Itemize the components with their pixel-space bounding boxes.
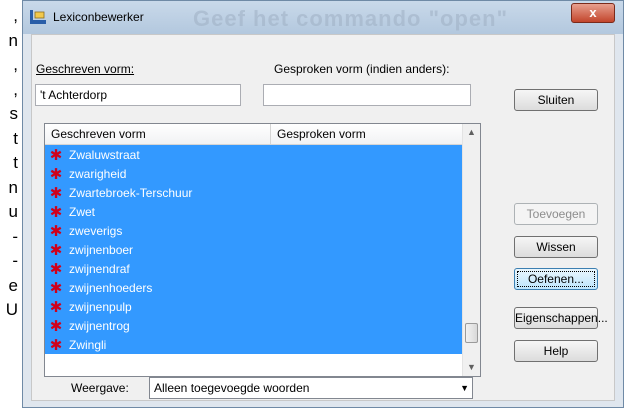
lexicon-app-icon xyxy=(30,10,46,24)
list-item-written-form: zweverigs xyxy=(69,224,123,238)
title-bar[interactable]: Geef het commando "open" Lexiconbewerker… xyxy=(23,1,623,34)
list-item-written-form: zwarigheid xyxy=(69,167,127,181)
list-item[interactable]: ✱ zweverigs xyxy=(45,221,464,240)
help-button[interactable]: Help xyxy=(514,340,598,362)
added-word-icon: ✱ xyxy=(49,204,63,221)
added-word-icon: ✱ xyxy=(49,147,63,164)
column-header-written[interactable]: Geschreven vorm xyxy=(45,124,271,144)
list-item[interactable]: ✱ zwijnentrog xyxy=(45,316,464,335)
added-word-icon: ✱ xyxy=(49,242,63,259)
list-item-written-form: zwijnenpulp xyxy=(69,300,132,314)
list-item-written-form: Zwingli xyxy=(69,338,107,352)
background-text-fragment: , xyxy=(13,6,18,25)
window-title: Lexiconbewerker xyxy=(53,10,144,24)
practice-button[interactable]: Oefenen... xyxy=(514,268,598,290)
background-text-fragment: t xyxy=(13,153,18,172)
added-word-icon: ✱ xyxy=(49,261,63,278)
column-header-spoken[interactable]: Gesproken vorm xyxy=(271,124,464,144)
background-text-fragment: s xyxy=(9,104,19,123)
properties-button[interactable]: Eigenschappen... xyxy=(514,307,608,329)
background-text-fragment: U xyxy=(5,300,18,319)
background-text-fragment: n xyxy=(8,30,18,50)
background-text-fragment: - xyxy=(12,251,18,270)
list-item-written-form: Zwaluwstraat xyxy=(69,148,140,162)
list-vertical-scrollbar[interactable]: ▲ ▼ xyxy=(462,124,480,376)
focus-rectangle xyxy=(517,271,595,287)
list-item-written-form: zwijnendraf xyxy=(69,262,130,276)
list-item[interactable]: ✱ Zwingli xyxy=(45,335,464,354)
list-item[interactable]: ✱ zwijnenpulp xyxy=(45,297,464,316)
list-item[interactable]: ✱ Zwartebroek-Terschuur xyxy=(45,183,464,202)
added-word-icon: ✱ xyxy=(49,337,63,354)
background-text-fragment: , xyxy=(13,79,18,99)
add-button[interactable]: Toevoegen xyxy=(514,203,598,225)
list-item-written-form: zwijnentrog xyxy=(69,319,130,333)
list-item[interactable]: ✱ zwijnendraf xyxy=(45,259,464,278)
list-item[interactable]: ✱ Zwet xyxy=(45,202,464,221)
list-item[interactable]: ✱ Zwaluwstraat xyxy=(45,145,464,164)
background-title-text: Geef het commando "open" xyxy=(193,6,509,31)
list-item-written-form: zwijnenboer xyxy=(69,243,134,257)
list-item[interactable]: ✱ zwijnenboer xyxy=(45,240,464,259)
lexicon-word-list[interactable]: Geschreven vorm Gesproken vorm ✱ Zwaluwst… xyxy=(44,123,481,377)
lexicon-editor-window: Geef het commando "open" Lexiconbewerker… xyxy=(22,0,624,408)
added-word-icon: ✱ xyxy=(49,185,63,202)
dialog-client-area: Geschreven vorm: Gesproken vorm (indien … xyxy=(31,34,615,401)
list-item[interactable]: ✱ zwijnenhoeders xyxy=(45,278,464,297)
scroll-down-arrow-icon[interactable]: ▼ xyxy=(463,359,480,376)
spoken-form-input[interactable] xyxy=(263,84,471,106)
written-form-label: Geschreven vorm: xyxy=(36,62,135,76)
dropdown-arrow-icon: ▼ xyxy=(460,383,469,393)
view-label: Weergave: xyxy=(71,381,129,395)
background-text-fragment: u xyxy=(8,202,18,221)
delete-button[interactable]: Wissen xyxy=(514,236,598,258)
view-select[interactable]: Alleen toegevoegde woorden ▼ xyxy=(149,377,473,399)
background-text-fragment: e xyxy=(8,275,18,295)
spoken-form-label: Gesproken vorm (indien anders): xyxy=(274,62,450,76)
list-item-written-form: Zwartebroek-Terschuur xyxy=(69,186,193,200)
list-header: Geschreven vorm Gesproken vorm xyxy=(45,124,464,145)
added-word-icon: ✱ xyxy=(49,166,63,183)
written-form-input[interactable] xyxy=(35,84,241,106)
background-text-fragment: - xyxy=(12,226,18,246)
scroll-up-arrow-icon[interactable]: ▲ xyxy=(463,124,480,141)
background-text-fragment: t xyxy=(13,128,18,148)
scrollbar-thumb[interactable] xyxy=(465,323,478,344)
close-icon: x xyxy=(589,5,597,20)
view-select-value: Alleen toegevoegde woorden xyxy=(154,381,310,395)
added-word-icon: ✱ xyxy=(49,299,63,316)
added-word-icon: ✱ xyxy=(49,223,63,240)
list-item-written-form: Zwet xyxy=(69,205,96,219)
background-text-fragment: , xyxy=(13,55,18,74)
added-word-icon: ✱ xyxy=(49,280,63,297)
window-close-button[interactable]: x xyxy=(571,3,615,23)
list-item[interactable]: ✱ zwarigheid xyxy=(45,164,464,183)
list-item-written-form: zwijnenhoeders xyxy=(69,281,153,295)
list-rows: ✱ Zwaluwstraat ✱ zwarigheid ✱ Zwartebroek-Ter… xyxy=(45,145,464,354)
background-text-fragment: n xyxy=(8,177,18,197)
background-document: ,n,,sttnu--eU xyxy=(0,0,22,408)
added-word-icon: ✱ xyxy=(49,318,63,335)
close-dialog-button[interactable]: Sluiten xyxy=(514,89,598,111)
